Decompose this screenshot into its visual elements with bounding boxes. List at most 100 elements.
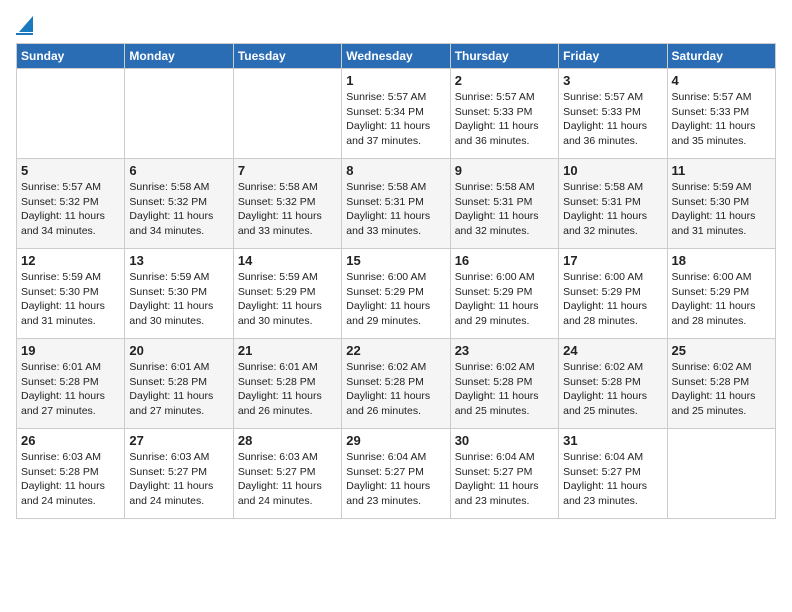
day-number: 20	[129, 343, 228, 358]
day-number: 28	[238, 433, 337, 448]
day-number: 18	[672, 253, 771, 268]
day-info: Sunrise: 5:59 AM Sunset: 5:30 PM Dayligh…	[21, 270, 120, 329]
day-number: 12	[21, 253, 120, 268]
day-number: 30	[455, 433, 554, 448]
day-info: Sunrise: 5:57 AM Sunset: 5:32 PM Dayligh…	[21, 180, 120, 239]
day-info: Sunrise: 5:58 AM Sunset: 5:31 PM Dayligh…	[346, 180, 445, 239]
calendar-cell: 18 Sunrise: 6:00 AM Sunset: 5:29 PM Dayli…	[667, 249, 775, 339]
day-number: 24	[563, 343, 662, 358]
calendar-cell	[17, 69, 125, 159]
calendar-cell: 27 Sunrise: 6:03 AM Sunset: 5:27 PM Dayli…	[125, 429, 233, 519]
calendar-week-row: 19 Sunrise: 6:01 AM Sunset: 5:28 PM Dayli…	[17, 339, 776, 429]
calendar-cell: 8 Sunrise: 5:58 AM Sunset: 5:31 PM Daylig…	[342, 159, 450, 249]
calendar-header-sunday: Sunday	[17, 44, 125, 69]
day-number: 11	[672, 163, 771, 178]
day-number: 2	[455, 73, 554, 88]
calendar-cell: 4Sunrise: 5:57 AM Sunset: 5:33 PM Daylig…	[667, 69, 775, 159]
calendar-cell: 2 Sunrise: 5:57 AM Sunset: 5:33 PM Daylig…	[450, 69, 558, 159]
calendar-cell: 6Sunrise: 5:58 AM Sunset: 5:32 PM Daylig…	[125, 159, 233, 249]
day-number: 17	[563, 253, 662, 268]
day-number: 3	[563, 73, 662, 88]
calendar-cell: 23Sunrise: 6:02 AM Sunset: 5:28 PM Dayli…	[450, 339, 558, 429]
calendar-cell: 9 Sunrise: 5:58 AM Sunset: 5:31 PM Daylig…	[450, 159, 558, 249]
calendar-header-saturday: Saturday	[667, 44, 775, 69]
calendar-cell: 21Sunrise: 6:01 AM Sunset: 5:28 PM Dayli…	[233, 339, 341, 429]
calendar-cell	[125, 69, 233, 159]
day-info: Sunrise: 5:59 AM Sunset: 5:30 PM Dayligh…	[672, 180, 771, 239]
day-info: Sunrise: 6:01 AM Sunset: 5:28 PM Dayligh…	[21, 360, 120, 419]
calendar-cell: 25 Sunrise: 6:02 AM Sunset: 5:28 PM Dayli…	[667, 339, 775, 429]
calendar-header-tuesday: Tuesday	[233, 44, 341, 69]
day-info: Sunrise: 5:58 AM Sunset: 5:32 PM Dayligh…	[238, 180, 337, 239]
day-number: 29	[346, 433, 445, 448]
calendar-cell: 1Sunrise: 5:57 AM Sunset: 5:34 PM Daylig…	[342, 69, 450, 159]
day-number: 13	[129, 253, 228, 268]
day-info: Sunrise: 6:00 AM Sunset: 5:29 PM Dayligh…	[563, 270, 662, 329]
calendar-week-row: 26 Sunrise: 6:03 AM Sunset: 5:28 PM Dayli…	[17, 429, 776, 519]
day-info: Sunrise: 5:57 AM Sunset: 5:33 PM Dayligh…	[455, 90, 554, 149]
day-number: 23	[455, 343, 554, 358]
day-info: Sunrise: 6:04 AM Sunset: 5:27 PM Dayligh…	[455, 450, 554, 509]
day-info: Sunrise: 6:00 AM Sunset: 5:29 PM Dayligh…	[346, 270, 445, 329]
day-info: Sunrise: 6:00 AM Sunset: 5:29 PM Dayligh…	[455, 270, 554, 329]
day-number: 25	[672, 343, 771, 358]
calendar-header-thursday: Thursday	[450, 44, 558, 69]
day-number: 27	[129, 433, 228, 448]
day-number: 7	[238, 163, 337, 178]
day-info: Sunrise: 6:02 AM Sunset: 5:28 PM Dayligh…	[672, 360, 771, 419]
day-number: 15	[346, 253, 445, 268]
day-info: Sunrise: 6:03 AM Sunset: 5:28 PM Dayligh…	[21, 450, 120, 509]
calendar-cell: 5 Sunrise: 5:57 AM Sunset: 5:32 PM Daylig…	[17, 159, 125, 249]
day-number: 5	[21, 163, 120, 178]
day-number: 8	[346, 163, 445, 178]
calendar-cell: 22Sunrise: 6:02 AM Sunset: 5:28 PM Dayli…	[342, 339, 450, 429]
day-number: 21	[238, 343, 337, 358]
calendar-week-row: 1Sunrise: 5:57 AM Sunset: 5:34 PM Daylig…	[17, 69, 776, 159]
calendar-cell: 10 Sunrise: 5:58 AM Sunset: 5:31 PM Dayli…	[559, 159, 667, 249]
day-number: 4	[672, 73, 771, 88]
day-info: Sunrise: 5:57 AM Sunset: 5:33 PM Dayligh…	[563, 90, 662, 149]
calendar-cell: 19 Sunrise: 6:01 AM Sunset: 5:28 PM Dayli…	[17, 339, 125, 429]
day-number: 9	[455, 163, 554, 178]
calendar-cell: 11 Sunrise: 5:59 AM Sunset: 5:30 PM Dayli…	[667, 159, 775, 249]
day-number: 6	[129, 163, 228, 178]
calendar-cell: 3 Sunrise: 5:57 AM Sunset: 5:33 PM Daylig…	[559, 69, 667, 159]
calendar-table: SundayMondayTuesdayWednesdayThursdayFrid…	[16, 43, 776, 519]
day-info: Sunrise: 6:03 AM Sunset: 5:27 PM Dayligh…	[238, 450, 337, 509]
calendar-cell: 13 Sunrise: 5:59 AM Sunset: 5:30 PM Dayli…	[125, 249, 233, 339]
day-info: Sunrise: 5:59 AM Sunset: 5:29 PM Dayligh…	[238, 270, 337, 329]
day-info: Sunrise: 5:58 AM Sunset: 5:31 PM Dayligh…	[563, 180, 662, 239]
day-number: 19	[21, 343, 120, 358]
calendar-cell: 24 Sunrise: 6:02 AM Sunset: 5:28 PM Dayli…	[559, 339, 667, 429]
calendar-cell: 12 Sunrise: 5:59 AM Sunset: 5:30 PM Dayli…	[17, 249, 125, 339]
calendar-cell: 7 Sunrise: 5:58 AM Sunset: 5:32 PM Daylig…	[233, 159, 341, 249]
logo	[16, 16, 33, 35]
day-info: Sunrise: 6:00 AM Sunset: 5:29 PM Dayligh…	[672, 270, 771, 329]
day-info: Sunrise: 5:59 AM Sunset: 5:30 PM Dayligh…	[129, 270, 228, 329]
day-info: Sunrise: 5:57 AM Sunset: 5:34 PM Dayligh…	[346, 90, 445, 149]
logo-arrow-icon	[19, 16, 33, 32]
day-number: 22	[346, 343, 445, 358]
calendar-header-monday: Monday	[125, 44, 233, 69]
calendar-cell	[667, 429, 775, 519]
calendar-cell: 31Sunrise: 6:04 AM Sunset: 5:27 PM Dayli…	[559, 429, 667, 519]
calendar-cell: 16 Sunrise: 6:00 AM Sunset: 5:29 PM Dayli…	[450, 249, 558, 339]
day-number: 14	[238, 253, 337, 268]
calendar-header-wednesday: Wednesday	[342, 44, 450, 69]
calendar-header-row: SundayMondayTuesdayWednesdayThursdayFrid…	[17, 44, 776, 69]
logo-underline	[16, 33, 33, 35]
day-number: 10	[563, 163, 662, 178]
day-number: 16	[455, 253, 554, 268]
day-info: Sunrise: 6:04 AM Sunset: 5:27 PM Dayligh…	[563, 450, 662, 509]
calendar-cell: 26 Sunrise: 6:03 AM Sunset: 5:28 PM Dayli…	[17, 429, 125, 519]
calendar-cell: 30 Sunrise: 6:04 AM Sunset: 5:27 PM Dayli…	[450, 429, 558, 519]
day-info: Sunrise: 6:03 AM Sunset: 5:27 PM Dayligh…	[129, 450, 228, 509]
calendar-cell: 28 Sunrise: 6:03 AM Sunset: 5:27 PM Dayli…	[233, 429, 341, 519]
day-info: Sunrise: 6:02 AM Sunset: 5:28 PM Dayligh…	[563, 360, 662, 419]
day-number: 26	[21, 433, 120, 448]
day-info: Sunrise: 5:58 AM Sunset: 5:31 PM Dayligh…	[455, 180, 554, 239]
calendar-cell: 17 Sunrise: 6:00 AM Sunset: 5:29 PM Dayli…	[559, 249, 667, 339]
calendar-cell: 15 Sunrise: 6:00 AM Sunset: 5:29 PM Dayli…	[342, 249, 450, 339]
calendar-week-row: 12 Sunrise: 5:59 AM Sunset: 5:30 PM Dayli…	[17, 249, 776, 339]
calendar-week-row: 5 Sunrise: 5:57 AM Sunset: 5:32 PM Daylig…	[17, 159, 776, 249]
